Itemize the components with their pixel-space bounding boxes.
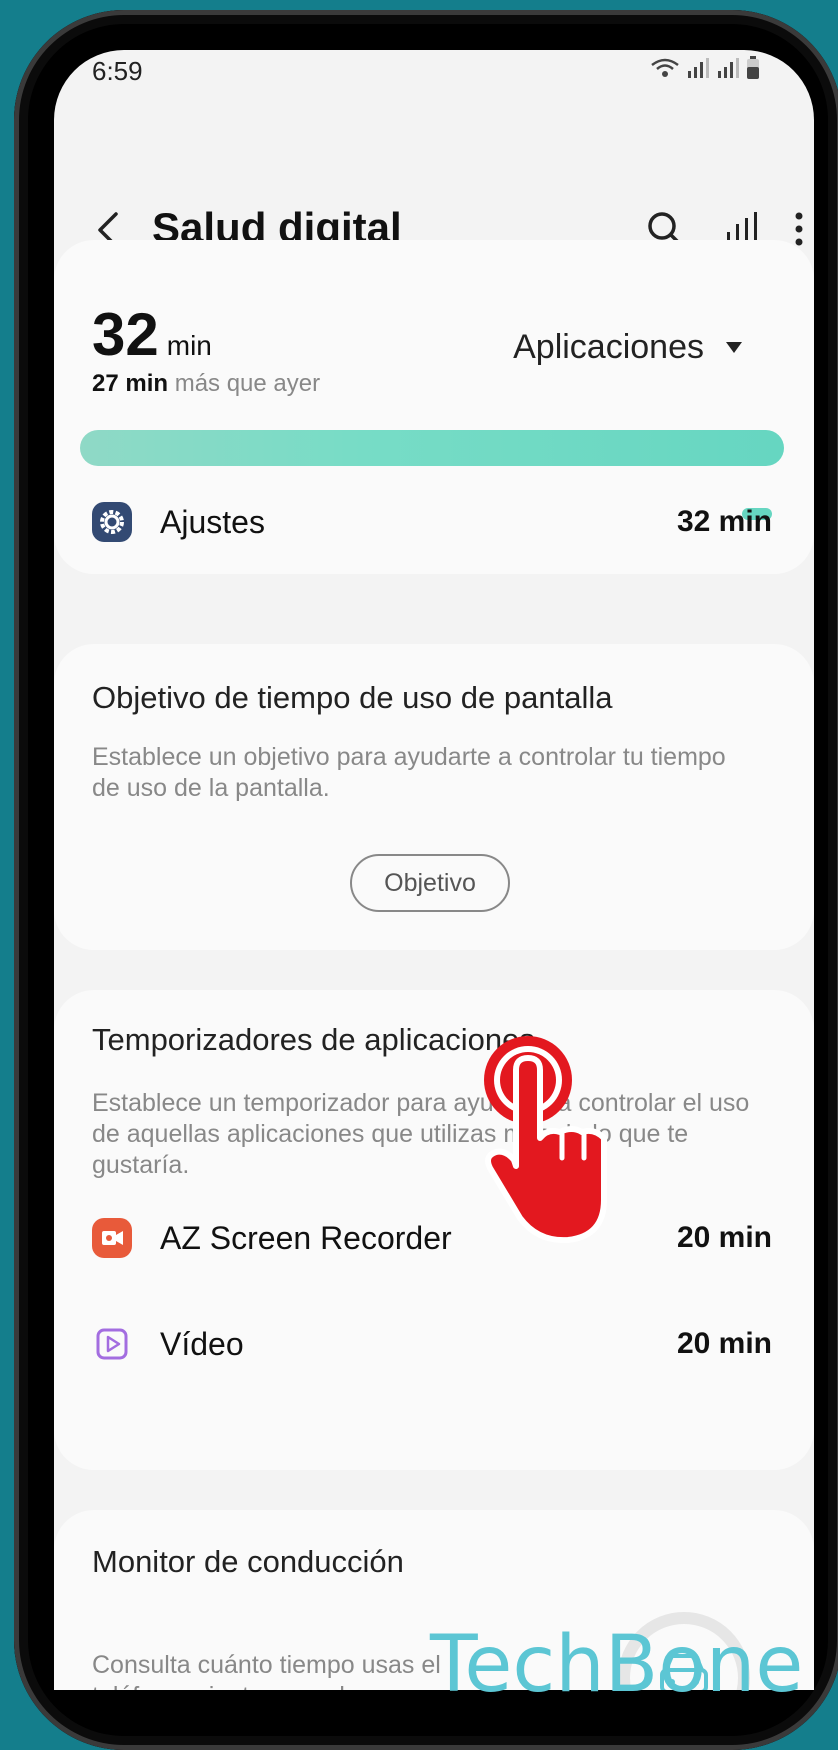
timers-card-title: Temporizadores de aplicaciones	[92, 1022, 535, 1057]
timer-app-time: 20 min	[676, 1221, 772, 1254]
timer-app-time: 20 min	[676, 1327, 772, 1360]
total-usage-value: 32	[92, 301, 159, 368]
timers-card-description: Establece un temporizador para ayudarte …	[92, 1089, 750, 1179]
app-label: Ajustes	[160, 503, 265, 540]
more-vert-icon	[795, 212, 803, 246]
screen-time-goal-card[interactable]: Objetivo de tiempo de uso de pantalla Es…	[54, 644, 814, 950]
wifi-icon	[651, 58, 679, 77]
caret-down-icon	[726, 341, 742, 353]
battery-icon	[747, 56, 759, 79]
tap-hand-icon	[484, 1036, 607, 1244]
gear-icon	[92, 502, 132, 542]
status-icons	[650, 56, 760, 80]
app-time: 32 min	[676, 505, 772, 538]
signal-icon	[688, 58, 709, 78]
driving-card-description: Consulta cuánto tiempo usas el teléfono …	[92, 1651, 441, 1690]
usage-summary-card: 32 min 27 min más que ayer Aplicaciones A…	[54, 240, 814, 574]
status-bar: 6:59	[54, 50, 814, 120]
techbone-watermark: TechBone	[430, 1620, 804, 1710]
timer-app-label: Vídeo	[160, 1325, 244, 1362]
signal-icon	[718, 58, 739, 78]
goal-card-title: Objetivo de tiempo de uso de pantalla	[92, 680, 613, 715]
screen: 6:59 Salud digital 32 min 27 min más que…	[54, 50, 814, 1690]
total-usage: 32 min	[92, 300, 212, 369]
app-timers-card[interactable]: Temporizadores de aplicaciones Establece…	[54, 990, 814, 1470]
screen-recorder-icon	[92, 1218, 132, 1258]
goal-button[interactable]: Objetivo	[350, 854, 510, 912]
goal-card-description: Establece un objetivo para ayudarte a co…	[92, 743, 726, 802]
timer-row-video[interactable]: Vídeo 20 min	[92, 1314, 772, 1374]
timer-row-screen-recorder[interactable]: AZ Screen Recorder 20 min	[92, 1208, 772, 1268]
category-dropdown[interactable]: Aplicaciones	[513, 328, 742, 367]
app-row-ajustes[interactable]: Ajustes 32 min	[92, 492, 772, 552]
video-play-icon	[96, 1328, 128, 1360]
driving-card-title: Monitor de conducción	[92, 1544, 404, 1579]
category-dropdown-label: Aplicaciones	[513, 328, 704, 366]
usage-comparison: 27 min más que ayer	[92, 370, 320, 398]
comparison-amount: 27 min	[92, 370, 169, 397]
status-time: 6:59	[92, 56, 143, 86]
usage-bar	[80, 430, 784, 466]
comparison-text: más que ayer	[168, 370, 321, 397]
total-usage-unit: min	[166, 330, 212, 361]
